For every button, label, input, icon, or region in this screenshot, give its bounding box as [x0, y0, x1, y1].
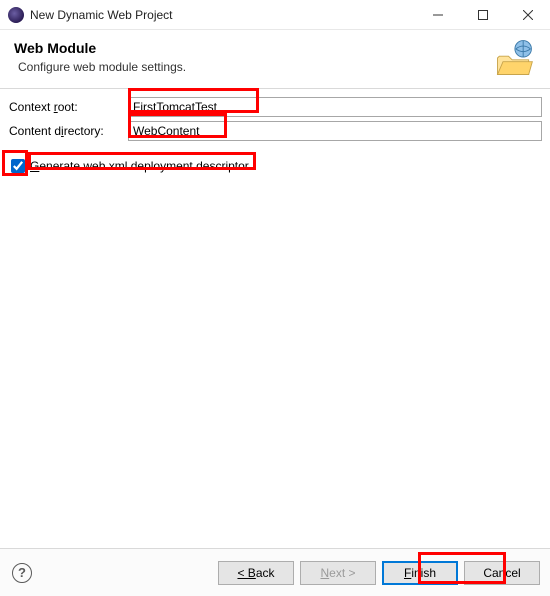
context-root-label: Context root: [8, 100, 128, 114]
next-button: Next > [300, 561, 376, 585]
web-module-icon [492, 36, 536, 80]
button-bar: ? < Back Next > Finish Cancel [0, 548, 550, 596]
wizard-header: Web Module Configure web module settings… [0, 30, 550, 89]
wizard-buttons: < Back Next > Finish Cancel [218, 561, 540, 585]
close-button[interactable] [505, 0, 550, 30]
generate-webxml-label: Generate web.xml deployment descriptor [30, 159, 249, 173]
eclipse-icon [8, 7, 24, 23]
content-directory-label: Content directory: [8, 124, 128, 138]
help-icon[interactable]: ? [12, 563, 32, 583]
content-directory-input[interactable] [128, 121, 542, 141]
titlebar: New Dynamic Web Project [0, 0, 550, 30]
window-controls [415, 0, 550, 30]
page-subtitle: Configure web module settings. [18, 60, 536, 74]
context-root-row: Context root: [8, 97, 542, 117]
cancel-button[interactable]: Cancel [464, 561, 540, 585]
form-area: Context root: Content directory: Generat… [0, 89, 550, 173]
maximize-button[interactable] [460, 0, 505, 30]
generate-webxml-checkbox[interactable] [11, 159, 25, 173]
content-directory-row: Content directory: [8, 121, 542, 141]
context-root-input[interactable] [128, 97, 542, 117]
page-title: Web Module [14, 40, 536, 56]
finish-button[interactable]: Finish [382, 561, 458, 585]
minimize-button[interactable] [415, 0, 460, 30]
window-title: New Dynamic Web Project [30, 8, 415, 22]
generate-webxml-row: Generate web.xml deployment descriptor [8, 159, 542, 173]
back-button[interactable]: < Back [218, 561, 294, 585]
